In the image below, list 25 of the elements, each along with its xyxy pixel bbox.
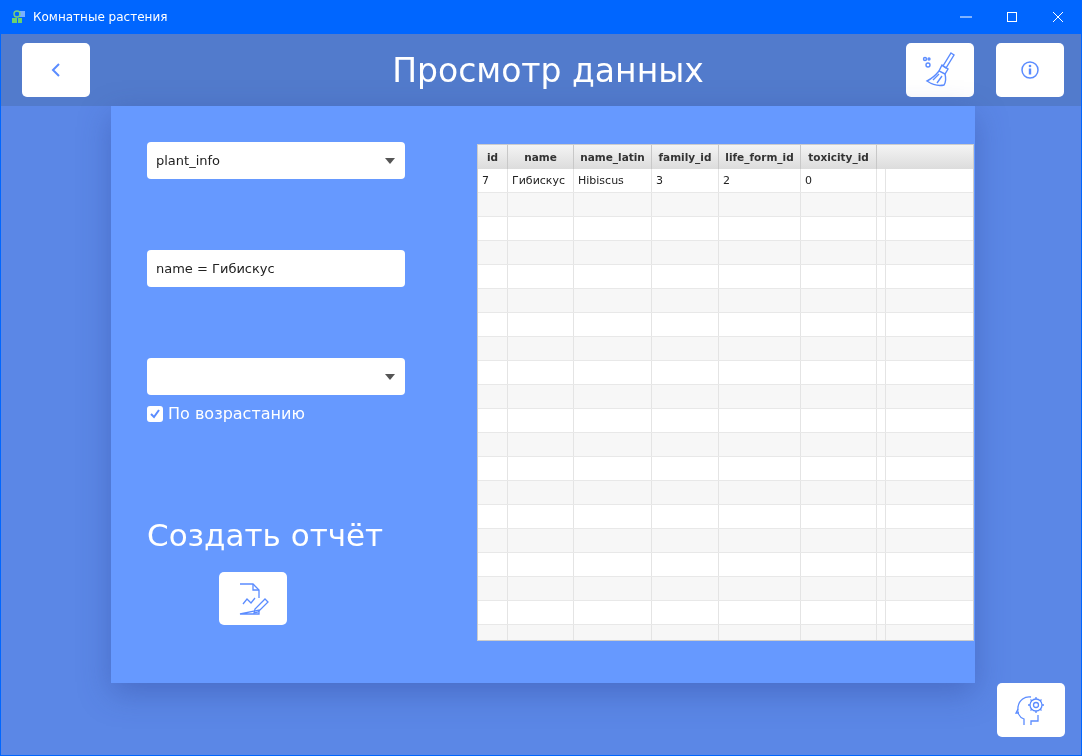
- ascending-checkbox[interactable]: [147, 405, 163, 422]
- close-icon[interactable]: [1052, 11, 1064, 23]
- settings-button[interactable]: [997, 683, 1065, 737]
- info-icon: [1021, 61, 1039, 79]
- table-cell: 3: [652, 169, 719, 192]
- window-title: Комнатные растения: [33, 10, 168, 24]
- table-cell: 0: [801, 169, 877, 192]
- report-heading: Создать отчёт: [147, 517, 385, 553]
- maximize-icon[interactable]: [1006, 11, 1018, 23]
- checkbox-label: По возрастанию: [168, 404, 305, 423]
- chevron-left-icon: [51, 63, 61, 77]
- document-chart-pen-icon: [237, 581, 269, 616]
- table-cell: Hibiscus: [574, 169, 652, 192]
- dropdown-arrow-icon: [385, 373, 395, 380]
- table-cell: 7: [478, 169, 508, 192]
- dropdown-arrow-icon: [385, 157, 395, 164]
- table-cell: 2: [719, 169, 801, 192]
- table-dropdown[interactable]: plant_info: [147, 142, 405, 179]
- table-cell: Гибискус: [508, 169, 574, 192]
- filter-input-field[interactable]: name = Гибискус: [147, 250, 405, 287]
- clear-button[interactable]: [906, 43, 974, 97]
- info-button[interactable]: [996, 43, 1064, 97]
- plant-icon: [11, 10, 27, 24]
- page-title: Просмотр данных: [391, 50, 705, 90]
- report-button[interactable]: [219, 572, 287, 625]
